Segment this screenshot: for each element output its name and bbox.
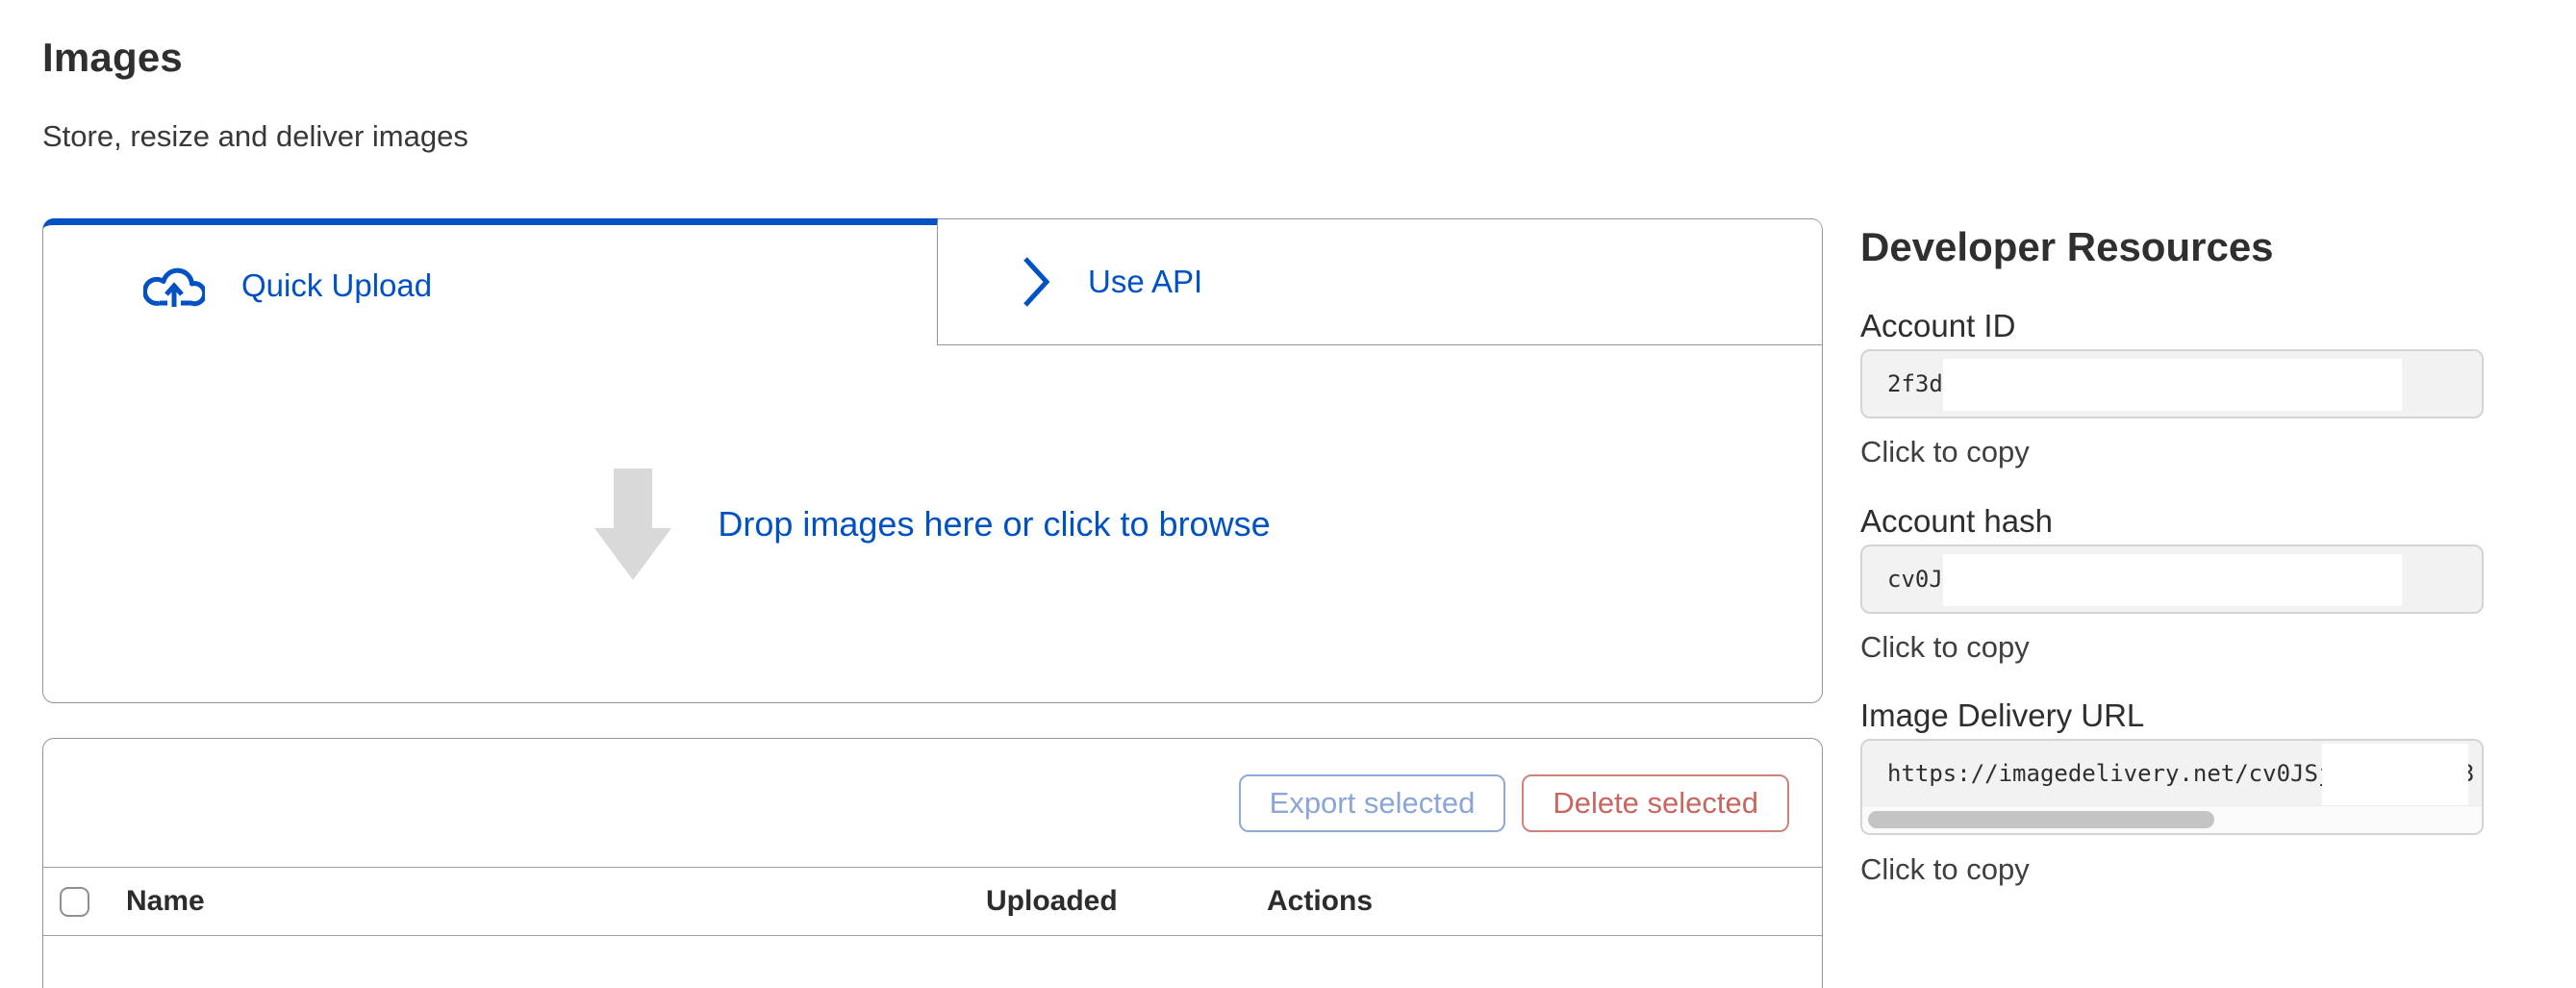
horizontal-scrollbar-thumb[interactable]	[1868, 811, 2214, 828]
arrow-down-icon	[594, 469, 671, 580]
select-all-checkbox[interactable]	[60, 887, 89, 917]
chevron-right-icon	[1021, 255, 1051, 309]
account-hash-copy-hint[interactable]: Click to copy	[1860, 628, 2484, 666]
account-id-label: Account ID	[1860, 306, 2484, 346]
account-hash-label: Account hash	[1860, 501, 2484, 542]
image-dropzone[interactable]: Drop images here or click to browse	[43, 345, 1822, 702]
image-delivery-url-value: https://imagedelivery.net/cv0JSj	[1887, 741, 2332, 806]
redaction-overlay	[1943, 359, 2402, 411]
tab-quick-upload-label: Quick Upload	[241, 267, 432, 304]
column-header-actions: Actions	[1267, 885, 1373, 918]
horizontal-scrollbar-track	[1862, 805, 2482, 833]
image-delivery-url-box[interactable]: https://imagedelivery.net/cv0JSj 3	[1860, 739, 2484, 835]
tab-quick-upload[interactable]: Quick Upload	[43, 218, 938, 345]
account-id-value-box[interactable]: 2f3d	[1860, 349, 2484, 418]
column-header-name: Name	[126, 885, 205, 918]
main-content: Images Store, resize and deliver images …	[42, 0, 1823, 988]
account-hash-value: cv0J	[1887, 546, 1943, 612]
delete-selected-button[interactable]: Delete selected	[1522, 774, 1789, 832]
table-header-row: Name Uploaded Actions	[43, 868, 1822, 936]
tab-use-api[interactable]: Use API	[938, 218, 1822, 345]
image-delivery-url-label: Image Delivery URL	[1860, 696, 2484, 736]
dropzone-label: Drop images here or click to browse	[718, 504, 1270, 545]
account-id-value: 2f3d	[1887, 351, 1943, 417]
page-title: Images	[42, 35, 1823, 81]
tab-bar: Quick Upload Use API	[43, 218, 1822, 345]
redaction-overlay	[2322, 744, 2468, 806]
account-id-copy-hint[interactable]: Click to copy	[1860, 433, 2484, 470]
images-table-panel: Export selected Delete selected Name Upl…	[42, 738, 1823, 988]
sidebar-title: Developer Resources	[1860, 223, 2484, 271]
table-toolbar: Export selected Delete selected	[43, 739, 1822, 868]
redaction-overlay	[1943, 554, 2402, 606]
upload-tab-panel: Quick Upload Use API Drop images here or…	[42, 218, 1823, 703]
export-selected-button[interactable]: Export selected	[1239, 774, 1506, 832]
cloud-upload-icon	[143, 263, 205, 309]
account-hash-value-box[interactable]: cv0J	[1860, 545, 2484, 614]
developer-resources-sidebar: Developer Resources Account ID 2f3d Clic…	[1860, 0, 2484, 888]
column-header-uploaded: Uploaded	[986, 885, 1118, 918]
page-subtitle: Store, resize and deliver images	[42, 119, 1823, 154]
image-delivery-url-copy-hint[interactable]: Click to copy	[1860, 850, 2484, 888]
tab-use-api-label: Use API	[1088, 264, 1202, 300]
